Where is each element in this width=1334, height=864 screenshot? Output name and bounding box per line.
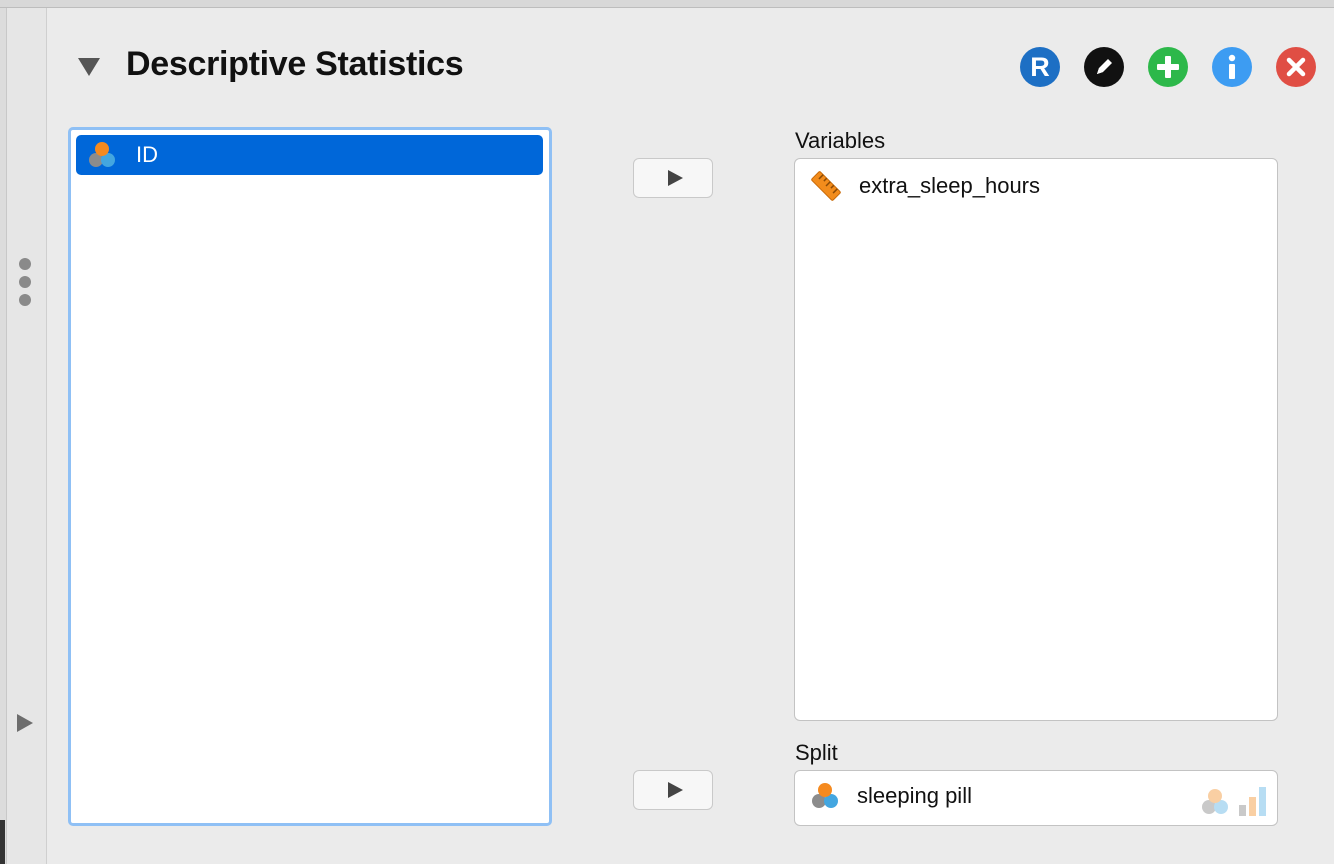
window-edge-notch [0, 820, 5, 864]
allowed-types-indicator [1199, 785, 1269, 817]
r-code-button[interactable]: R [1020, 47, 1060, 87]
ordinal-type-icon [1239, 787, 1266, 816]
variables-label: Variables [795, 128, 886, 153]
window-top-border [0, 0, 1334, 8]
info-icon [1228, 54, 1236, 79]
edit-title-button[interactable] [1084, 47, 1124, 87]
drag-handle[interactable] [19, 258, 33, 312]
window-left-edge [0, 8, 7, 864]
scale-variable-icon [811, 171, 841, 201]
nominal-type-icon [1202, 789, 1228, 814]
panel-title: Descriptive Statistics [126, 45, 464, 83]
nominal-variable-icon [89, 142, 115, 167]
list-item-id[interactable]: ID [76, 135, 543, 175]
pencil-icon [1097, 59, 1112, 74]
collapse-panel-icon[interactable] [78, 58, 100, 76]
split-box[interactable]: sleeping pill [794, 770, 1278, 826]
available-variables-list[interactable]: ID [68, 127, 552, 826]
move-to-split-button[interactable] [633, 770, 713, 810]
r-icon: R [1030, 51, 1050, 82]
move-to-variables-button[interactable] [633, 158, 713, 198]
plus-icon [1157, 56, 1179, 78]
drag-handle-dot [19, 276, 31, 288]
analysis-sidebar-gutter [0, 8, 47, 864]
list-item-label: extra_sleep_hours [859, 173, 1041, 198]
nominal-variable-icon [812, 783, 838, 808]
drag-handle-dot [19, 258, 31, 270]
remove-analysis-button[interactable] [1276, 47, 1316, 87]
list-item-extra-sleep-hours[interactable]: extra_sleep_hours [809, 169, 1040, 203]
close-icon [1286, 57, 1306, 77]
drag-handle-dot [19, 294, 31, 306]
info-button[interactable] [1212, 47, 1252, 87]
variables-box[interactable]: extra_sleep_hours [794, 158, 1278, 721]
play-arrow-icon [667, 782, 683, 798]
list-item-sleeping-pill[interactable]: sleeping pill [809, 781, 972, 811]
play-arrow-icon [667, 170, 683, 186]
expand-next-analysis-icon[interactable] [17, 714, 33, 732]
split-label: Split [795, 740, 838, 765]
list-item-label: sleeping pill [857, 783, 972, 808]
duplicate-analysis-button[interactable] [1148, 47, 1188, 87]
list-item-label: ID [136, 142, 158, 167]
